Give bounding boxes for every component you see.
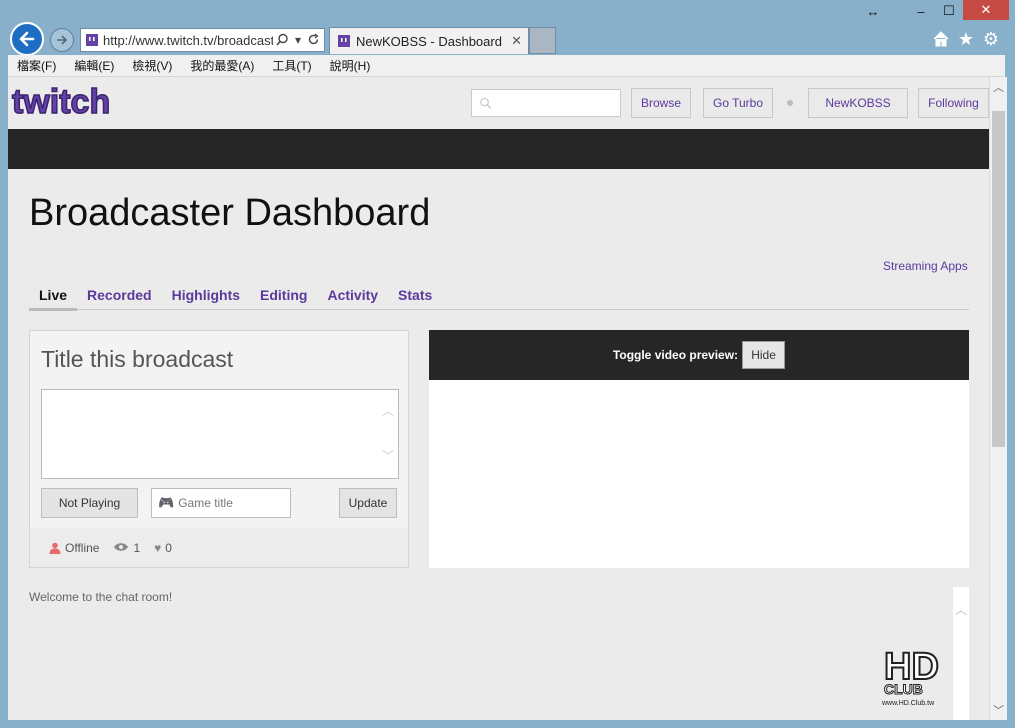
- menu-view[interactable]: 檢視(V): [123, 57, 181, 74]
- heart-count: 0: [165, 540, 172, 555]
- panel-title: Title this broadcast: [41, 346, 234, 372]
- svg-text:www.HD.Club.tw: www.HD.Club.tw: [881, 700, 935, 707]
- back-arrow-icon: [19, 31, 35, 47]
- eye-icon: [113, 541, 129, 555]
- go-turbo-button[interactable]: Go Turbo: [703, 88, 773, 118]
- streaming-apps-link[interactable]: Streaming Apps: [883, 259, 968, 273]
- star-icon[interactable]: ★: [955, 28, 977, 50]
- twitch-favicon-icon: [338, 35, 350, 47]
- user-menu-button[interactable]: NewKOBSS: [808, 88, 908, 118]
- refresh-icon[interactable]: [307, 33, 320, 46]
- header-banner: [8, 129, 989, 169]
- update-button[interactable]: Update: [339, 488, 397, 518]
- twitch-favicon-icon: [86, 34, 98, 46]
- user-icon: [49, 542, 61, 554]
- menu-bar: 檔案(F) 編輯(E) 檢視(V) 我的最愛(A) 工具(T) 說明(H): [8, 55, 1005, 77]
- game-title-field[interactable]: 🎮 Game title: [151, 488, 291, 518]
- dashboard-tabs: Live Recorded Highlights Editing Activit…: [29, 281, 969, 311]
- close-tab-icon[interactable]: ✕: [511, 33, 522, 49]
- tab-stats[interactable]: Stats: [388, 281, 442, 308]
- status-text: Offline: [65, 540, 100, 555]
- back-button[interactable]: [10, 22, 44, 56]
- home-icon[interactable]: [930, 28, 952, 50]
- menu-tools[interactable]: 工具(T): [263, 57, 320, 74]
- tab-recorded[interactable]: Recorded: [77, 281, 162, 308]
- scroll-down-icon[interactable]: ﹀: [990, 702, 1007, 718]
- resize-icon[interactable]: ↔: [858, 0, 888, 22]
- tab-activity[interactable]: Activity: [317, 281, 388, 308]
- broadcast-panel: Title this broadcast ︿ ﹀ Not Playing 🎮 G…: [29, 330, 409, 568]
- scroll-thumb[interactable]: [992, 111, 1005, 447]
- chat-welcome-text: Welcome to the chat room!: [29, 590, 173, 604]
- new-tab-button[interactable]: [529, 27, 556, 54]
- tab-highlights[interactable]: Highlights: [162, 281, 250, 308]
- page-viewport: twitch Browse Go Turbo NewKOBSS Followin…: [8, 77, 989, 720]
- chevron-down-icon[interactable]: ﹀: [382, 447, 394, 464]
- menu-favorites[interactable]: 我的最愛(A): [181, 57, 263, 74]
- page-title: Broadcaster Dashboard: [29, 192, 431, 234]
- gear-icon[interactable]: ⚙: [980, 28, 1002, 50]
- hide-preview-button[interactable]: Hide: [742, 341, 786, 369]
- minimize-button[interactable]: –: [906, 0, 936, 22]
- tab-title: NewKOBSS - Dashboard: [356, 33, 502, 49]
- tab-live[interactable]: Live: [29, 281, 78, 311]
- broadcast-stats: Offline 1 ♥ 0: [30, 528, 408, 567]
- dropdown-icon[interactable]: ▾: [295, 33, 301, 47]
- close-window-button[interactable]: ✕: [963, 0, 1009, 20]
- search-icon[interactable]: [276, 33, 289, 46]
- following-button[interactable]: Following: [918, 88, 989, 118]
- scroll-up-icon[interactable]: ︿: [990, 79, 1007, 95]
- toggle-preview-label: Toggle video preview:: [612, 348, 739, 362]
- search-icon: [480, 97, 492, 109]
- browser-tab-dashboard[interactable]: NewKOBSS - Dashboard ✕: [329, 27, 529, 54]
- browser-window: ↔ – ☐ ✕ http://www.twitch.tv/broadcast ▾…: [0, 0, 1015, 728]
- menu-help[interactable]: 說明(H): [321, 57, 380, 74]
- svg-text:twitch: twitch: [12, 83, 110, 121]
- not-playing-button[interactable]: Not Playing: [41, 488, 138, 518]
- hdclub-watermark: HD CLUB www.HD.Club.tw: [876, 637, 966, 707]
- page-scrollbar[interactable]: ︿ ﹀: [989, 77, 1007, 720]
- broadcast-title-input[interactable]: ︿ ﹀: [41, 389, 399, 479]
- viewer-count: 1: [133, 540, 141, 555]
- browse-button[interactable]: Browse: [631, 88, 691, 118]
- tab-editing[interactable]: Editing: [250, 281, 317, 308]
- address-bar[interactable]: http://www.twitch.tv/broadcast ▾: [80, 28, 325, 52]
- menu-file[interactable]: 檔案(F): [8, 57, 65, 74]
- maximize-button[interactable]: ☐: [936, 0, 962, 22]
- twitch-logo[interactable]: twitch: [10, 82, 116, 126]
- forward-arrow-icon: [57, 35, 68, 45]
- video-preview-panel: Toggle video preview: Hide: [429, 330, 969, 568]
- svg-text:CLUB: CLUB: [884, 681, 923, 697]
- video-preview-bar: Toggle video preview: Hide: [429, 330, 969, 380]
- gamepad-icon: 🎮: [158, 495, 175, 510]
- site-search[interactable]: [471, 89, 621, 117]
- heart-icon: ♥: [154, 540, 162, 555]
- status-dot-icon: [787, 100, 793, 106]
- menu-edit[interactable]: 編輯(E): [65, 57, 123, 74]
- chevron-up-icon[interactable]: ︿: [955, 601, 967, 618]
- chevron-up-icon[interactable]: ︿: [382, 402, 394, 419]
- url-text[interactable]: http://www.twitch.tv/broadcast: [103, 33, 273, 48]
- site-header: twitch Browse Go Turbo NewKOBSS Followin…: [8, 77, 989, 129]
- search-input[interactable]: [496, 90, 620, 116]
- game-title-placeholder: Game title: [178, 496, 233, 510]
- forward-button[interactable]: [50, 28, 74, 52]
